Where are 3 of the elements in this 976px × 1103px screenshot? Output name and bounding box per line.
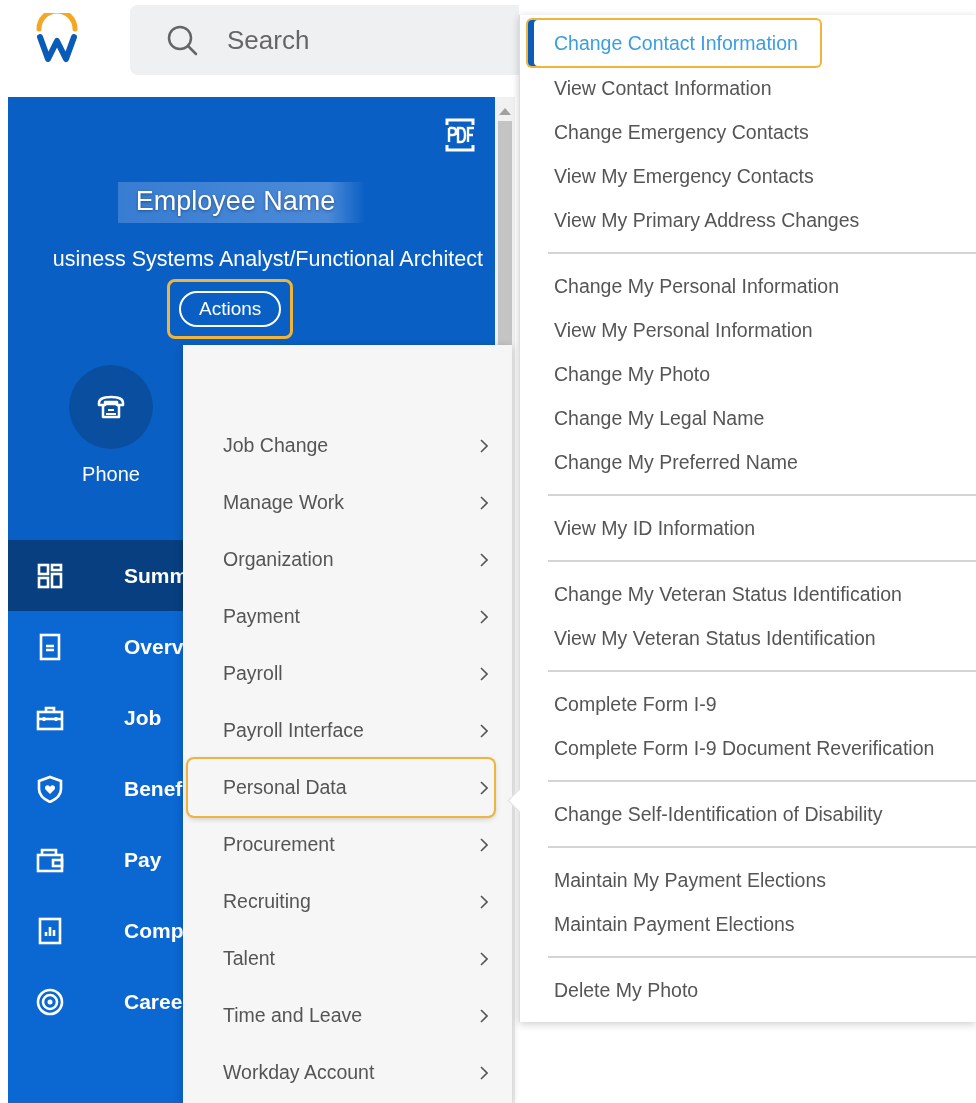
job-title: usiness Systems Analyst/Functional Architect <box>8 223 495 285</box>
contact-label: Phone <box>82 463 140 486</box>
employee-name: Employee Name <box>117 182 366 223</box>
